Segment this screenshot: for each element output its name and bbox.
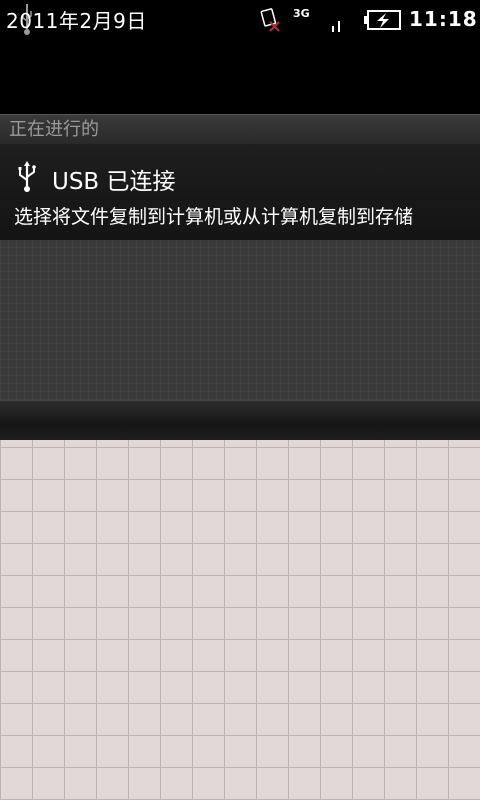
status-clock: 11:18 [409,7,478,31]
ongoing-section-header: 正在进行的 [0,114,480,144]
ongoing-section-label: 正在进行的 [9,119,99,140]
notification-message: 选择将文件复制到计算机或从计算机复制到存储 [14,206,414,228]
notification-panel-empty-area [0,240,480,400]
battery-charging-icon [364,10,401,30]
home-wallpaper [0,440,480,800]
signal-icon [332,21,340,32]
network-type-label: 3G [293,7,310,20]
notification-title: USB 已连接 [52,169,176,195]
usb-connected-notification[interactable]: USB 已连接 选择将文件复制到计算机或从计算机复制到存储 [0,144,480,240]
panel-top-spacer [0,38,480,114]
no-sim-icon [260,8,280,32]
usb-icon [18,161,36,192]
status-bar[interactable]: 2011年2月9日 3G 11:18 [0,0,480,38]
status-date: 2011年2月9日 [6,9,147,33]
panel-drag-handle[interactable] [0,400,480,441]
